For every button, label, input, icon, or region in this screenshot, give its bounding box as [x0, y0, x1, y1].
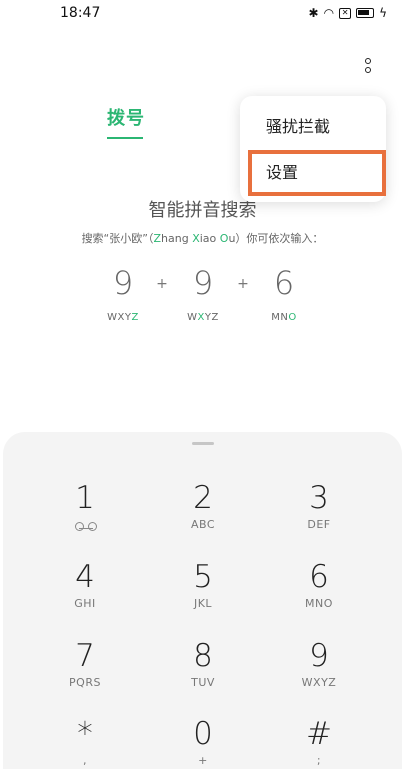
status-icons: ✱ ◠ ✕ ϟ [309, 6, 387, 20]
key-9[interactable]: 9 WXYZ [274, 638, 364, 710]
key-0[interactable]: 0 + [158, 716, 248, 769]
menu-item-spam-block[interactable]: 骚扰拦截 [240, 104, 386, 150]
overflow-menu: 骚扰拦截 设置 [240, 96, 386, 202]
key-4[interactable]: 4 GHI [40, 559, 130, 631]
example-letters-3: MNO [271, 312, 297, 323]
example-plus-1: + [156, 276, 168, 292]
key-1[interactable]: 1 [40, 480, 130, 552]
example-plus-2: + [237, 276, 249, 292]
battery-icon [356, 8, 375, 18]
menu-item-settings[interactable]: 设置 [240, 150, 386, 196]
tab-dial-indicator [107, 137, 143, 139]
key-7[interactable]: 7 PQRS [40, 638, 130, 710]
example-letters-1: WXYZ [107, 312, 139, 323]
wifi-icon: ◠ [323, 6, 335, 20]
key-hash[interactable]: # ; [274, 716, 364, 769]
example-letters-2: WXYZ [187, 312, 219, 323]
x-box-icon: ✕ [339, 7, 352, 19]
charging-icon: ϟ [379, 6, 387, 20]
example-digit-3: 6 [273, 264, 295, 302]
key-2[interactable]: 2 ABC [158, 480, 248, 552]
key-5[interactable]: 5 JKL [158, 559, 248, 631]
key-3[interactable]: 3 DEF [274, 480, 364, 552]
voicemail-icon [75, 522, 97, 531]
key-6[interactable]: 6 MNO [274, 559, 364, 631]
tab-dial[interactable]: 拨号 [107, 104, 145, 130]
more-options-icon[interactable] [360, 56, 378, 78]
keypad-drag-handle[interactable] [192, 442, 214, 445]
key-star[interactable]: * , [40, 716, 130, 769]
dial-keypad: 1 2 ABC 3 DEF 4 GHI 5 JKL 6 MNO 7 PQRS 8… [3, 432, 402, 769]
example-digit-2: 9 [192, 264, 214, 302]
status-time: 18:47 [60, 5, 101, 21]
bluetooth-icon: ✱ [308, 6, 319, 20]
example-digit-1: 9 [112, 264, 134, 302]
status-bar: 18:47 ✱ ◠ ✕ ϟ [0, 0, 405, 28]
hint-description: 搜索“张小欧”（Zhang Xiao Ou）你可依次输入： [81, 232, 324, 245]
key-8[interactable]: 8 TUV [158, 638, 248, 710]
